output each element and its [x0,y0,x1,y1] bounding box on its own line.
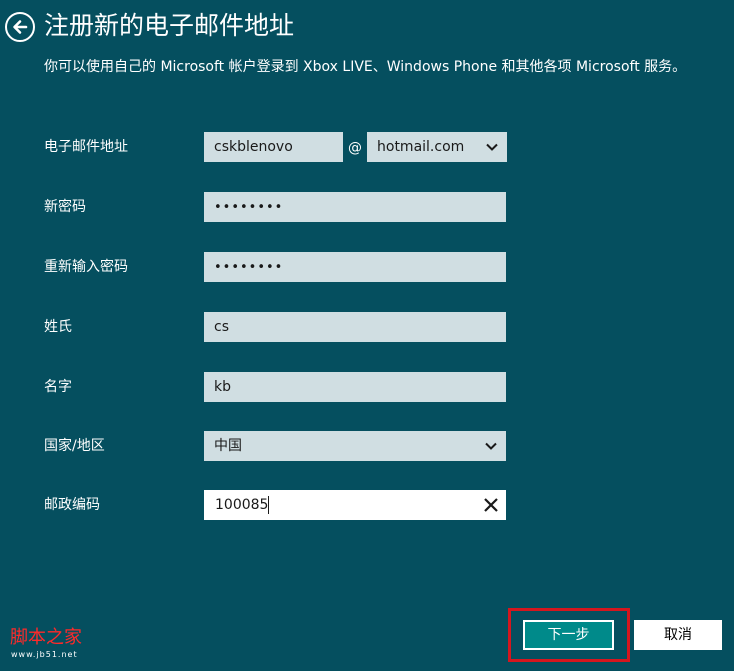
next-button[interactable]: 下一步 [523,620,614,650]
first-name-label: 名字 [44,379,72,395]
back-arrow-circle-icon [13,20,28,34]
postal-code-input[interactable] [204,490,506,520]
last-name-input[interactable] [204,312,506,342]
cancel-button[interactable]: 取消 [634,620,722,650]
email-username-input[interactable] [204,132,343,162]
last-name-label: 姓氏 [44,319,72,335]
text-caret [268,496,269,514]
country-label: 国家/地区 [44,438,105,454]
country-select[interactable]: 中国 [204,431,506,461]
email-domain-select[interactable]: hotmail.com [367,132,507,162]
page-title: 注册新的电子邮件地址 [44,11,295,40]
watermark-logo: 脚本之家 [10,627,82,648]
clear-icon[interactable] [481,495,501,515]
new-password-input[interactable] [204,192,506,222]
back-button[interactable] [5,12,35,42]
first-name-input[interactable] [204,372,506,402]
chevron-down-icon [485,442,497,450]
country-value: 中国 [214,438,242,454]
email-domain-value: hotmail.com [377,139,465,155]
postal-code-label: 邮政编码 [44,497,100,513]
email-at-sign: @ [348,140,362,156]
email-label: 电子邮件地址 [44,139,128,155]
watermark-url: www.jb51.net [11,650,78,659]
page-description: 你可以使用自己的 Microsoft 帐户登录到 Xbox LIVE、Windo… [44,59,687,75]
new-password-label: 新密码 [44,199,86,215]
chevron-down-icon [486,143,498,151]
confirm-password-label: 重新输入密码 [44,259,128,275]
confirm-password-input[interactable] [204,252,506,282]
